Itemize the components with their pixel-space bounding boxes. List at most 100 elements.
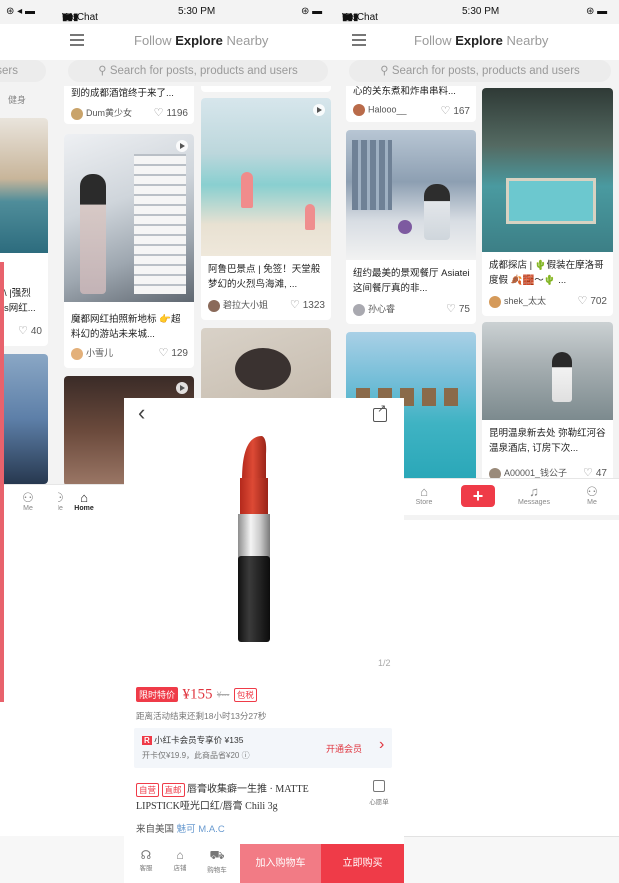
background-strip <box>404 836 619 883</box>
tab-nearby[interactable]: Nearby <box>227 33 269 48</box>
avatar[interactable] <box>71 107 83 120</box>
heart-icon: ♡ <box>18 325 28 337</box>
feed-card[interactable]: 昆明温泉新去处 弥勒红河谷温泉酒店, 订房下次... A00001_钱公子 ♡ 4… <box>482 322 613 484</box>
nav-store[interactable]: ⌂ Store <box>404 484 444 506</box>
store-button[interactable]: ⌂ 店铺 <box>168 848 192 872</box>
background-strip <box>0 836 124 883</box>
search-icon: ⚲ <box>98 65 110 77</box>
status-bar: ▣ WeChat ▮▮▮ ◠ 5:30 PM ⊛ ▬ <box>342 6 608 23</box>
like-count[interactable]: ♡ 1323 <box>290 298 325 311</box>
post-photo <box>346 130 476 260</box>
tab-follow[interactable]: Follow <box>134 33 172 48</box>
store-icon: ⌂ <box>420 484 428 499</box>
cart-button[interactable]: ⛟ 购物车 <box>204 848 230 874</box>
side-bar-pink <box>0 262 4 702</box>
search-input[interactable]: ⚲ Search for posts, products and users <box>68 60 328 82</box>
member-line: R 小红卡会员专享价 ¥135 <box>142 734 243 746</box>
avatar[interactable] <box>353 303 365 316</box>
heart-icon: ♡ <box>158 347 169 359</box>
member-price-box[interactable]: R 小红卡会员专享价 ¥135 开卡仅¥19.9，此商品省¥20 ⓘ 开通会员 … <box>134 728 392 768</box>
feed-card[interactable]: 魔都网红拍照新地标 👉超料幻的游站未来城... 小雪儿 ♡ 129 <box>64 134 194 368</box>
product-title-2: LIPSTICK哑光口红/唇膏 Chili 3g <box>136 801 278 812</box>
author-name[interactable]: 孙心睿 <box>368 304 395 314</box>
nav-bar: Follow Explore Nearby <box>58 24 340 60</box>
author-name[interactable]: 碧拉大小姐 <box>223 300 268 310</box>
tab-explore[interactable]: Explore <box>175 33 223 48</box>
original-price: ¥--- <box>216 690 230 700</box>
nav-me[interactable]: ⚇ Me <box>8 490 48 512</box>
heart-icon: ♡ <box>440 105 451 117</box>
status-bar: ⊛ ◂ ▬ <box>0 0 58 24</box>
like-value: 702 <box>590 296 607 307</box>
lipstick-image <box>238 436 270 642</box>
play-icon[interactable] <box>313 104 325 116</box>
post-photo <box>482 322 613 420</box>
category-chip[interactable]: 健身 <box>8 93 26 106</box>
wishlist-button[interactable]: 心愿单 <box>362 780 396 806</box>
origin-label: 来自美国 <box>136 824 175 835</box>
open-membership-link[interactable]: 开通会员 <box>326 742 362 755</box>
tax-tag: 包税 <box>233 687 257 702</box>
nav-me[interactable]: ⚇ Me <box>572 484 612 506</box>
post-caption: 昆明温泉新去处 弥勒红河谷温泉酒店, 订房下次... <box>489 428 606 454</box>
share-icon[interactable]: ↗ <box>373 403 387 422</box>
self-operated-tag: 自营 <box>136 782 160 797</box>
author-name[interactable]: shek_太太 <box>504 296 546 306</box>
person-figure <box>552 352 572 402</box>
feed-card[interactable]: 到的成都酒馆终于来了... Dum黄少女 ♡ 1196 <box>64 86 194 124</box>
like-count[interactable]: ♡ 75 <box>446 302 470 315</box>
like-count[interactable]: ♡ 129 <box>158 346 188 359</box>
home-icon: ⌂ <box>80 490 88 505</box>
feed-card[interactable] <box>201 86 331 92</box>
add-post-button[interactable]: + <box>461 485 495 507</box>
add-to-cart-button[interactable]: 加入购物车 <box>240 844 321 883</box>
menu-icon[interactable] <box>70 34 84 46</box>
feed-card[interactable] <box>0 354 48 484</box>
search-input[interactable]: sers <box>0 60 46 82</box>
skyline-shape <box>352 140 392 210</box>
buy-now-button[interactable]: 立即购买 <box>321 844 404 883</box>
search-input[interactable]: ⚲ Search for posts, products and users <box>349 60 611 82</box>
search-placeholder: Search for posts, products and users <box>391 65 580 77</box>
nav-messages[interactable]: ♫ Messages <box>514 484 554 506</box>
brand-link[interactable]: 魅可 M.A.C <box>177 824 225 835</box>
feed-card[interactable]: \ |强烈 s网红... ♡ 40 <box>0 118 48 346</box>
title-line: 唇膏收集癖一生推 · MATTE <box>187 784 309 795</box>
avatar[interactable] <box>353 104 365 116</box>
avatar[interactable] <box>71 347 83 360</box>
play-icon[interactable] <box>176 140 188 152</box>
feed-card[interactable]: 心的关东煮和炸串串料... Halooo__ ♡ 167 <box>346 86 476 122</box>
play-icon[interactable] <box>176 382 188 394</box>
author-name[interactable]: A00001_钱公子 <box>504 468 567 478</box>
price: ¥155 <box>182 686 213 703</box>
like-value: 1196 <box>166 108 188 119</box>
service-button[interactable]: ☊ 客服 <box>134 848 158 872</box>
status-icons: ⊛ ▬ <box>586 6 608 17</box>
avatar[interactable] <box>208 299 220 312</box>
status-bar: ▣ WeChat ▮▮▮ ◠ 5:30 PM ⊛ ▬ <box>62 6 323 23</box>
author-name[interactable]: Halooo__ <box>368 104 407 114</box>
heart-icon: ♡ <box>153 107 164 119</box>
feed-card[interactable]: 阿鲁巴景点 | 免签！天堂般梦幻的火烈鸟海滩, ... 碧拉大小姐 ♡ 1323 <box>201 98 331 320</box>
post-meta: 孙心睿 ♡ 75 <box>353 302 470 316</box>
like-count[interactable]: ♡ 702 <box>577 294 607 307</box>
menu-icon[interactable] <box>352 34 366 46</box>
search-icon: ⚲ <box>380 65 392 77</box>
post-caption: 到的成都酒馆终于来了... <box>71 88 174 99</box>
tab-explore[interactable]: Explore <box>455 33 503 48</box>
tab-nearby[interactable]: Nearby <box>507 33 549 48</box>
like-count[interactable]: ♡ 167 <box>440 104 470 117</box>
feed-card[interactable]: 纽约最美的景观餐厅 Asiatei 这间餐厅真的非... 孙心睿 ♡ 75 <box>346 130 476 324</box>
author-name[interactable]: Dum黄少女 <box>86 108 132 118</box>
tab-follow[interactable]: Follow <box>414 33 452 48</box>
like-count[interactable]: ♡ 1196 <box>154 106 188 119</box>
feed-card[interactable]: 成都探店 | 🌵假装在摩洛哥度假 🍂🧱～🌵 ... shek_太太 ♡ 702 <box>482 88 613 316</box>
author-name[interactable]: 小雪儿 <box>86 348 113 358</box>
back-icon[interactable]: ‹ <box>138 400 145 426</box>
avatar[interactable] <box>489 295 501 308</box>
product-image[interactable] <box>124 428 404 658</box>
caption-line: s网红... <box>4 303 36 314</box>
like-count[interactable]: ♡ 40 <box>18 324 42 337</box>
nav-home[interactable]: ⌂ Home <box>64 490 104 512</box>
post-caption: \ |强烈 s网红... <box>4 286 42 316</box>
